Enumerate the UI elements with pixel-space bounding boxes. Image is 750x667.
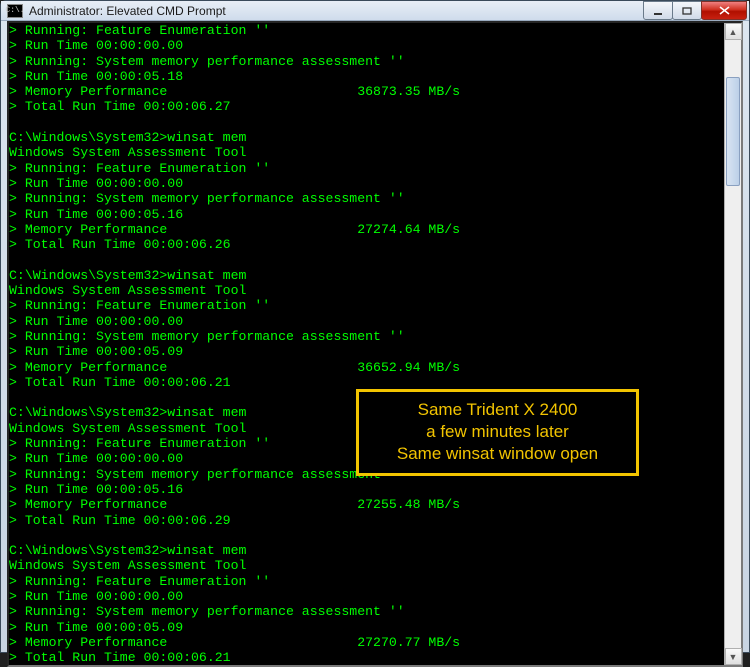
scroll-track[interactable] [725,40,741,648]
close-button[interactable] [701,1,747,20]
vertical-scrollbar[interactable]: ▲ ▼ [724,23,741,665]
scroll-up-button[interactable]: ▲ [725,23,742,40]
console-output[interactable]: > Running: Feature Enumeration '' > Run … [9,23,724,665]
cmd-icon: C:\. [7,4,23,18]
window-title: Administrator: Elevated CMD Prompt [29,4,644,18]
annotation-line: a few minutes later [365,421,630,443]
annotation-line: Same Trident X 2400 [365,399,630,421]
annotation-box: Same Trident X 2400 a few minutes later … [356,389,639,476]
cmd-window: C:\. Administrator: Elevated CMD Prompt … [0,0,750,653]
console-frame: > Running: Feature Enumeration '' > Run … [7,21,743,667]
titlebar[interactable]: C:\. Administrator: Elevated CMD Prompt [1,1,749,21]
maximize-button[interactable] [672,1,702,20]
minimize-button[interactable] [643,1,673,20]
scroll-thumb[interactable] [726,77,740,187]
scroll-down-button[interactable]: ▼ [725,648,742,665]
annotation-line: Same winsat window open [365,443,630,465]
